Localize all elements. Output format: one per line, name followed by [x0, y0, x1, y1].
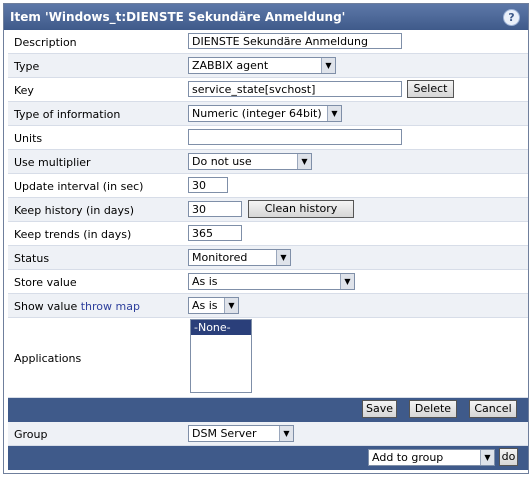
title-bar: Item 'Windows_t:DIENSTE Sekundäre Anmeld…	[4, 4, 528, 30]
applications-label: Applications	[14, 352, 82, 365]
group-label: Group	[14, 428, 48, 441]
key-label: Key	[14, 84, 34, 97]
row-status: Status Monitored ▼	[8, 246, 528, 270]
show-value-label: Show value throw map	[14, 300, 140, 313]
type-of-information-label: Type of information	[14, 108, 121, 121]
row-keep-trends: Keep trends (in days) 365	[8, 222, 528, 246]
type-of-information-value: Numeric (integer 64bit)	[192, 107, 322, 120]
row-units: Units	[8, 126, 528, 150]
save-button[interactable]: Save	[362, 400, 397, 418]
chevron-down-icon: ▼	[327, 106, 341, 121]
type-select[interactable]: ZABBIX agent ▼	[188, 57, 336, 74]
status-label: Status	[14, 252, 50, 265]
delete-button[interactable]: Delete	[409, 400, 457, 418]
row-use-multiplier: Use multiplier Do not use ▼	[8, 150, 528, 174]
store-value-label: Store value	[14, 276, 77, 289]
store-value-value: As is	[192, 275, 218, 288]
chevron-down-icon: ▼	[276, 250, 290, 265]
footer-bar: Add to group ▼ do	[8, 446, 528, 470]
row-description: Description DIENSTE Sekundäre Anmeldung	[8, 30, 528, 54]
row-update-interval: Update interval (in sec) 30	[8, 174, 528, 198]
update-interval-label: Update interval (in sec)	[14, 180, 144, 193]
update-interval-input[interactable]: 30	[188, 177, 228, 193]
row-show-value: Show value throw map As is ▼	[8, 294, 528, 318]
type-label: Type	[14, 60, 40, 73]
group-action-select[interactable]: Add to group ▼	[368, 449, 495, 466]
help-icon[interactable]: ?	[503, 9, 520, 26]
use-multiplier-select[interactable]: Do not use ▼	[188, 153, 312, 170]
chevron-down-icon: ▼	[297, 154, 311, 169]
type-select-value: ZABBIX agent	[192, 59, 269, 72]
row-applications: Applications -None-	[8, 318, 528, 398]
action-bar: Save Delete Cancel	[8, 398, 528, 422]
chevron-down-icon: ▼	[321, 58, 335, 73]
row-key: Key service_state[svchost] Select	[8, 78, 528, 102]
window-title: Item 'Windows_t:DIENSTE Sekundäre Anmeld…	[10, 10, 346, 24]
group-select[interactable]: DSM Server ▼	[188, 425, 294, 442]
description-label: Description	[14, 36, 77, 49]
applications-option[interactable]: -None-	[191, 320, 251, 335]
status-select[interactable]: Monitored ▼	[188, 249, 291, 266]
cancel-button[interactable]: Cancel	[469, 400, 517, 418]
chevron-down-icon: ▼	[224, 298, 238, 313]
use-multiplier-value: Do not use	[192, 155, 252, 168]
units-label: Units	[14, 132, 43, 145]
row-group: Group DSM Server ▼	[8, 422, 528, 446]
row-store-value: Store value As is ▼	[8, 270, 528, 294]
store-value-select[interactable]: As is ▼	[188, 273, 355, 290]
applications-listbox[interactable]: -None-	[190, 319, 252, 393]
row-keep-history: Keep history (in days) 30 Clean history	[8, 198, 528, 222]
do-button[interactable]: do	[499, 448, 518, 466]
use-multiplier-label: Use multiplier	[14, 156, 91, 169]
row-type-of-information: Type of information Numeric (integer 64b…	[8, 102, 528, 126]
clean-history-button[interactable]: Clean history	[248, 200, 354, 218]
keep-history-label: Keep history (in days)	[14, 204, 135, 217]
show-value-value: As is	[192, 299, 218, 312]
select-key-button[interactable]: Select	[407, 80, 454, 98]
description-input[interactable]: DIENSTE Sekundäre Anmeldung	[188, 33, 402, 49]
units-input[interactable]	[188, 129, 402, 145]
keep-trends-input[interactable]: 365	[188, 225, 242, 241]
key-input[interactable]: service_state[svchost]	[188, 81, 402, 97]
group-value: DSM Server	[192, 427, 257, 440]
keep-history-input[interactable]: 30	[188, 201, 242, 217]
throw-map-link[interactable]: throw map	[81, 300, 140, 313]
row-type: Type ZABBIX agent ▼	[8, 54, 528, 78]
group-action-value: Add to group	[372, 451, 444, 464]
chevron-down-icon: ▼	[480, 450, 494, 465]
chevron-down-icon: ▼	[340, 274, 354, 289]
chevron-down-icon: ▼	[279, 426, 293, 441]
show-value-select[interactable]: As is ▼	[188, 297, 239, 314]
keep-trends-label: Keep trends (in days)	[14, 228, 132, 241]
type-of-information-select[interactable]: Numeric (integer 64bit) ▼	[188, 105, 342, 122]
status-value: Monitored	[192, 251, 248, 264]
